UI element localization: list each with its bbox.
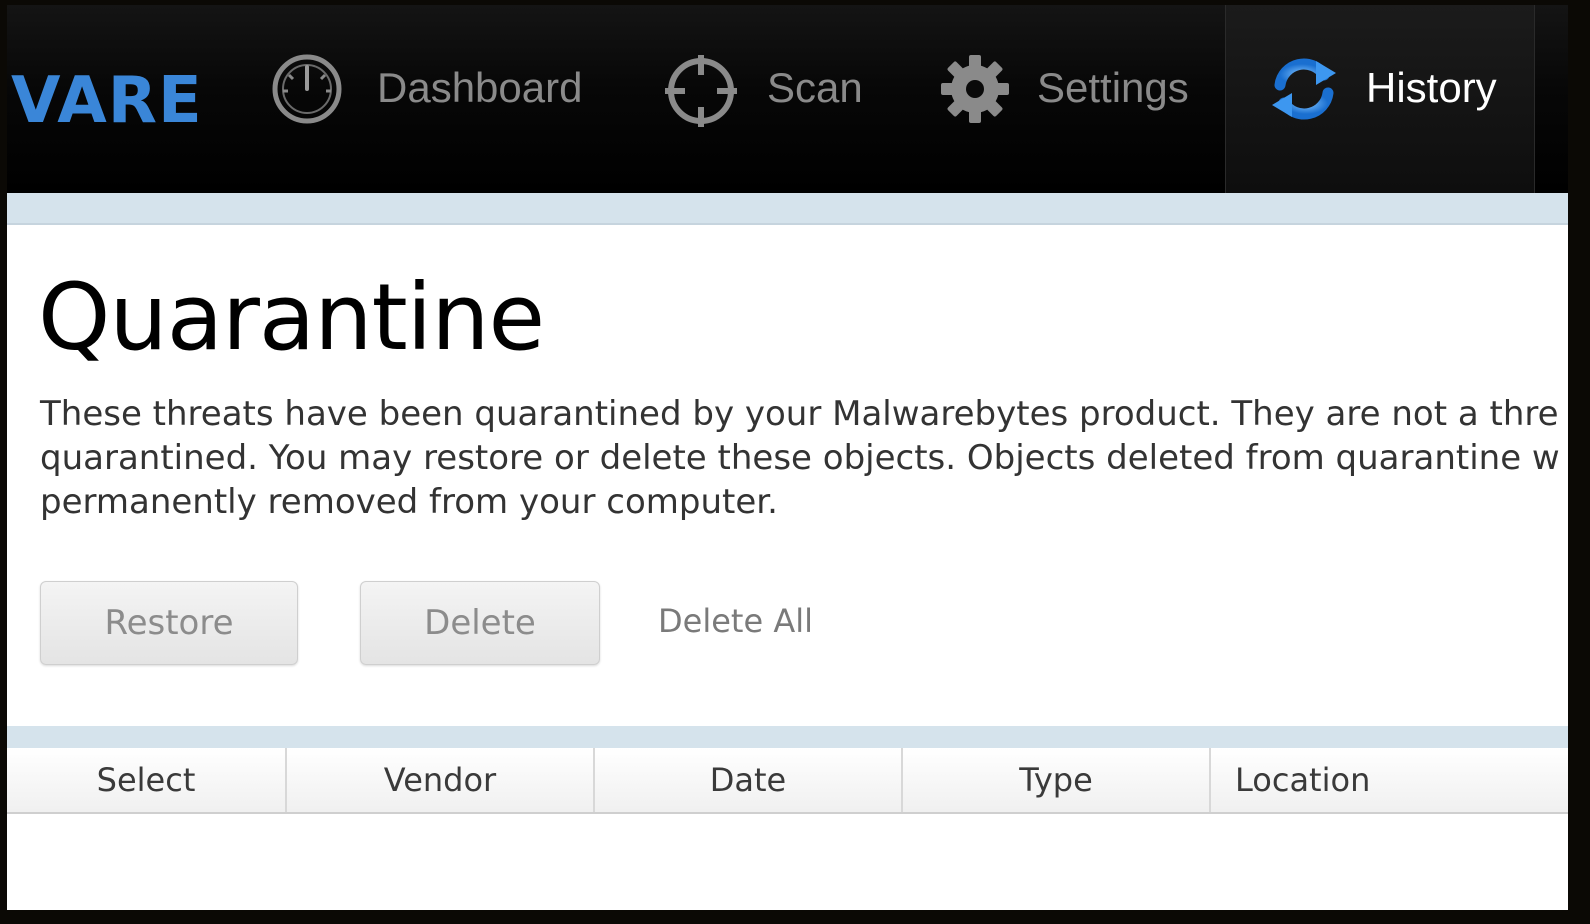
table-divider-strip [7,726,1568,748]
window-frame-left [0,0,7,924]
column-header-select[interactable]: Select [7,748,287,812]
crosshair-icon [663,51,739,127]
window-frame-bottom [0,910,1590,924]
description-line: quarantined. You may restore or delete t… [40,438,1560,478]
header-divider-strip [7,193,1568,225]
description-line: permanently removed from your computer. [40,482,778,522]
top-navigation-bar: VARE Dashboard Scan Settings History [7,5,1568,193]
brand-logo-text: VARE [11,64,203,138]
nav-label-history: History [1366,64,1497,111]
description-line: These threats have been quarantined by y… [40,394,1559,434]
nav-item-dashboard[interactable]: Dashboard [269,5,609,193]
page-description: These threats have been quarantined by y… [40,392,1590,524]
delete-button[interactable]: Delete [360,581,600,665]
nav-item-scan[interactable]: Scan [663,5,903,193]
nav-label-dashboard: Dashboard [377,64,583,111]
nav-item-settings[interactable]: Settings [937,5,1227,193]
column-header-location[interactable]: Location [1211,748,1568,812]
speedometer-icon [269,51,345,127]
page-title: Quarantine [38,264,545,371]
refresh-icon [1266,51,1342,127]
nav-label-settings: Settings [1037,64,1189,111]
nav-item-history[interactable]: History [1225,5,1535,193]
column-header-date[interactable]: Date [595,748,903,812]
column-header-type[interactable]: Type [903,748,1211,812]
nav-label-scan: Scan [767,64,863,111]
gear-icon [937,51,1013,127]
quarantine-table-header: Select Vendor Date Type Location [7,748,1568,814]
column-header-vendor[interactable]: Vendor [287,748,595,812]
restore-button[interactable]: Restore [40,581,298,665]
delete-all-link[interactable]: Delete All [658,602,813,640]
